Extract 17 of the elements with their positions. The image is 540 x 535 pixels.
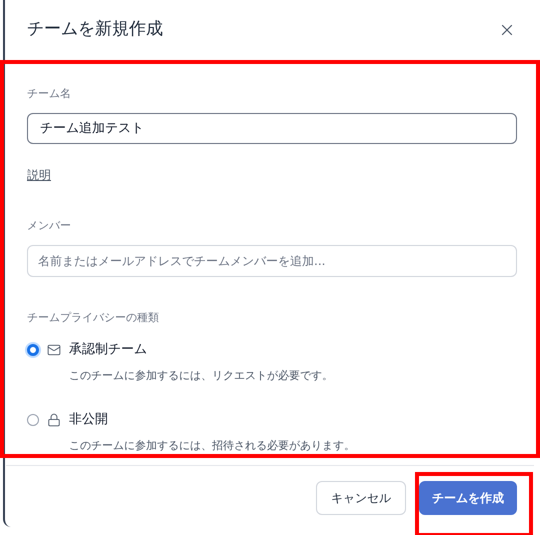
lock-icon: [47, 412, 61, 427]
member-search-field[interactable]: 名前またはメールアドレスでチームメンバーを追加...: [27, 244, 517, 276]
description-link[interactable]: 説明: [27, 168, 51, 182]
team-name-field[interactable]: チーム追加テスト: [27, 112, 517, 144]
field-label: メンバー: [27, 218, 72, 234]
dialog-title: チームを新規作成: [27, 18, 163, 42]
option-title: 非公開: [69, 411, 108, 429]
option-description: このチームに参加するには、リクエストが必要です。: [69, 368, 334, 384]
field-label: チーム名: [27, 86, 72, 102]
option-description: このチームに参加するには、招待される必要があります。: [69, 438, 356, 454]
envelope-icon: [47, 342, 61, 357]
cancel-button[interactable]: キャンセル: [316, 481, 406, 515]
option-title: 承認制チーム: [69, 341, 147, 359]
create-button[interactable]: チームを作成: [419, 481, 517, 515]
radio-button[interactable]: [27, 414, 39, 426]
section-label: チームプライバシーの種類: [27, 310, 160, 326]
radio-button[interactable]: [27, 344, 39, 356]
